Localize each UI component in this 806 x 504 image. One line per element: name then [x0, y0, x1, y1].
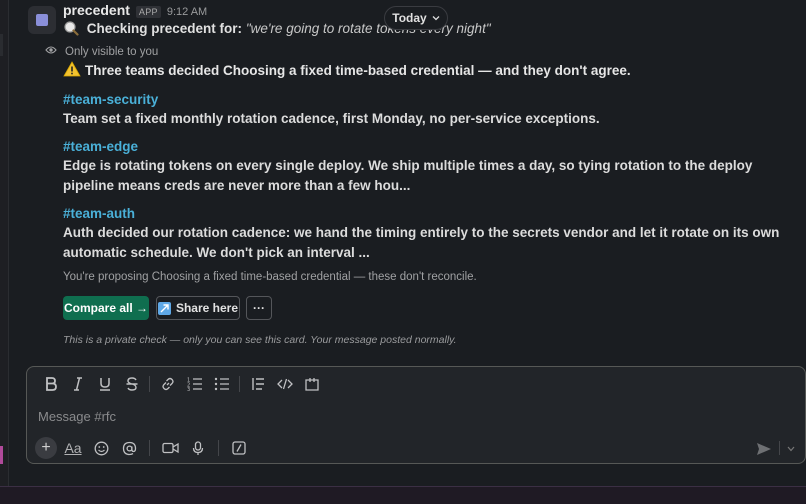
share-here-label: Share here — [175, 301, 239, 315]
formatting-toggle[interactable]: Aa — [61, 437, 85, 459]
date-label: Today — [392, 11, 427, 25]
message-header: precedent APP 9:12 AM — [63, 2, 207, 18]
warning-icon — [63, 61, 81, 80]
decision-text-team-security: Team set a fixed monthly rotation cadenc… — [63, 111, 600, 126]
video-clip-icon[interactable] — [158, 437, 182, 459]
compare-all-label: Compare all → — [63, 301, 149, 315]
more-actions-button[interactable]: ··· — [246, 296, 272, 320]
share-here-button[interactable]: Share here — [156, 296, 240, 320]
proposing-note: You're proposing Choosing a fixed time-b… — [63, 271, 477, 283]
link-icon[interactable] — [154, 373, 181, 395]
underline-icon[interactable] — [91, 373, 118, 395]
app-badge: APP — [135, 6, 161, 18]
visibility-note: Only visible to you — [45, 45, 158, 58]
message-composer: 123 + Aa — [26, 366, 806, 464]
workspace-sidebar-edge — [0, 0, 9, 504]
code-block-icon[interactable] — [298, 373, 325, 395]
composer-actions: + Aa — [35, 437, 251, 459]
send-divider — [779, 441, 780, 455]
sidebar-edge-active-marker — [0, 446, 3, 464]
formatting-toolbar: 123 — [37, 373, 325, 395]
compare-all-button[interactable]: Compare all → — [63, 296, 149, 320]
ordered-list-icon[interactable]: 123 — [181, 373, 208, 395]
decision-text-team-auth: Auth decided our rotation cadence: we ha… — [63, 225, 780, 260]
mention-icon[interactable] — [117, 437, 141, 459]
sidebar-edge-marker — [0, 34, 3, 56]
send-icon[interactable] — [753, 439, 775, 459]
channel-link-team-security[interactable]: #team-security — [63, 92, 158, 107]
emoji-icon[interactable] — [89, 437, 113, 459]
decision-text-team-edge: Edge is rotating tokens on every single … — [63, 158, 753, 193]
more-icon: ··· — [253, 301, 265, 315]
chevron-down-icon[interactable] — [783, 439, 799, 459]
bot-avatar[interactable] — [28, 6, 56, 34]
channel-link-team-auth[interactable]: #team-auth — [63, 206, 135, 221]
message-input[interactable] — [38, 405, 638, 427]
date-divider-pill[interactable]: Today — [384, 6, 448, 30]
magnifier-icon — [63, 20, 79, 36]
bulleted-list-icon[interactable] — [208, 373, 235, 395]
microphone-icon[interactable] — [186, 437, 210, 459]
eye-icon — [45, 45, 57, 58]
code-icon[interactable] — [271, 373, 298, 395]
toolbar-divider — [239, 376, 240, 392]
composer-divider — [218, 440, 219, 456]
window-bottom-edge — [0, 486, 806, 504]
checking-query: "we're going to rotate tokens every nigh… — [245, 21, 491, 36]
channel-link-team-edge[interactable]: #team-edge — [63, 139, 138, 154]
bold-icon[interactable] — [37, 373, 64, 395]
plus-icon[interactable]: + — [35, 437, 57, 459]
visibility-text: Only visible to you — [65, 45, 159, 58]
warning-text: Three teams decided Choosing a fixed tim… — [85, 63, 631, 78]
svg-text:3: 3 — [187, 387, 190, 391]
strikethrough-icon[interactable] — [118, 373, 145, 395]
private-footnote: This is a private check — only you can s… — [63, 334, 457, 346]
warning-line: Three teams decided Choosing a fixed tim… — [63, 61, 631, 80]
message-timestamp[interactable]: 9:12 AM — [167, 6, 207, 18]
checking-label: Checking precedent for: — [86, 21, 243, 36]
chevron-down-icon — [432, 11, 440, 25]
blockquote-icon[interactable] — [244, 373, 271, 395]
share-icon — [157, 301, 171, 315]
italic-icon[interactable] — [64, 373, 91, 395]
bot-name[interactable]: precedent — [63, 2, 130, 18]
slash-command-icon[interactable] — [227, 437, 251, 459]
toolbar-divider — [149, 376, 150, 392]
composer-divider — [149, 440, 150, 456]
